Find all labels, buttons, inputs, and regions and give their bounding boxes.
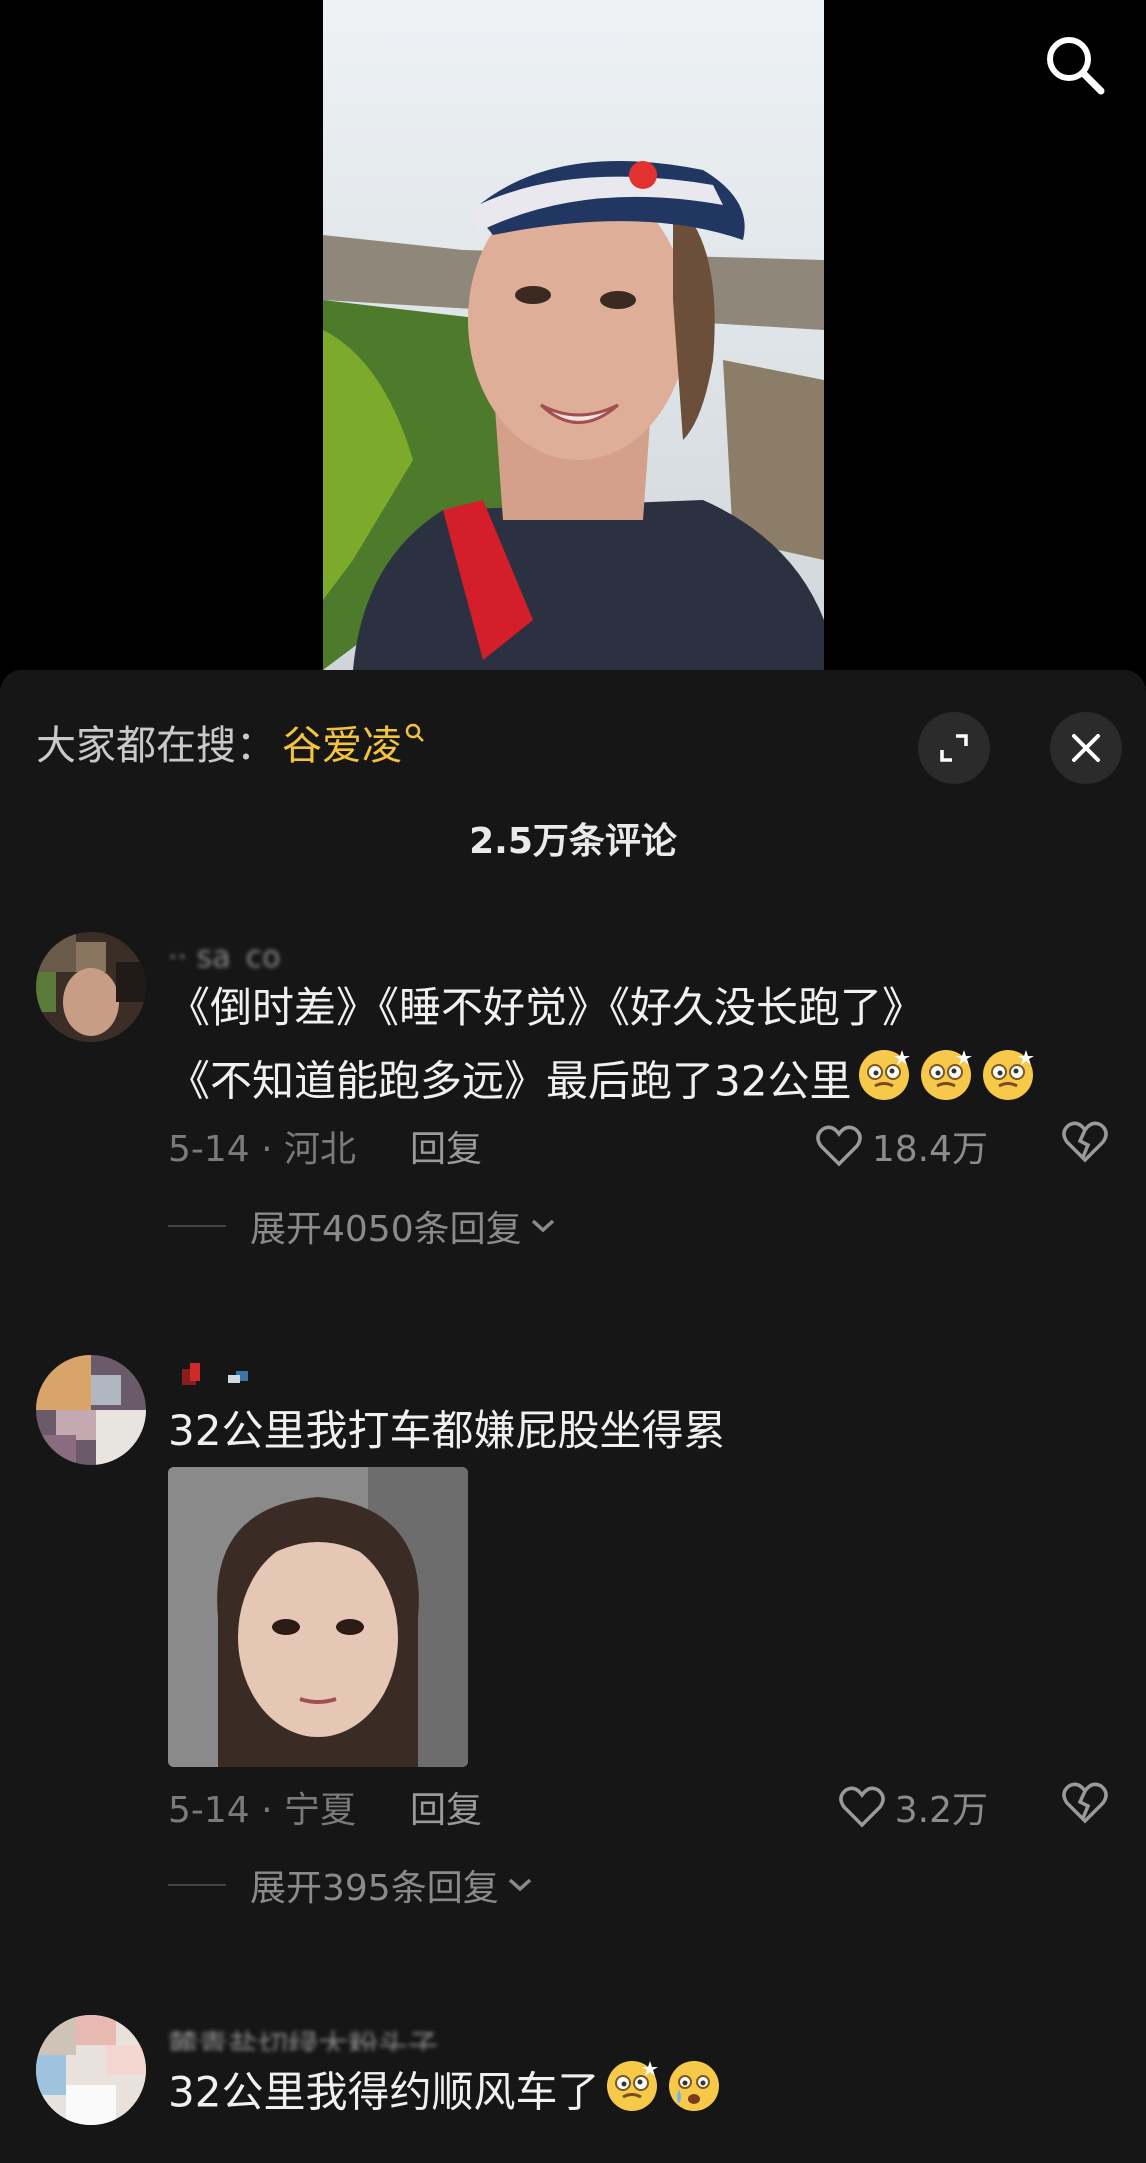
comment-panel: 大家都在搜： 谷爱凌 2.5万条评论 ·· sa_co 《倒时差》《睡不好觉》《… — [0, 670, 1146, 2163]
comment-meta: 5-14 · 河北 回复 18.4万 — [168, 1116, 1108, 1176]
expand-replies-label: 展开4050条回复 — [250, 1209, 522, 1250]
comment-count: 2.5万条评论 — [469, 821, 677, 862]
like-button[interactable]: 18.4万 — [816, 1120, 988, 1172]
comment-text: 《倒时差》《睡不好觉》《好久没长跑了》 《不知道能跑多远》最后跑了32公里 — [168, 972, 1110, 1124]
like-button[interactable]: 3.2万 — [838, 1781, 988, 1833]
video-player[interactable] — [0, 0, 1146, 670]
dizzy-face-emoji — [603, 2055, 661, 2135]
dizzy-face-emoji — [917, 1044, 975, 1124]
close-icon — [1072, 734, 1100, 762]
hot-search-term[interactable]: 谷爱凌 — [282, 713, 402, 771]
reply-button[interactable]: 回复 — [410, 1781, 482, 1833]
username[interactable]: ·· sa_co — [168, 940, 280, 970]
avatar[interactable] — [36, 932, 146, 1042]
comment-text-line: 《不知道能跑多远》最后跑了32公里 — [168, 1044, 1110, 1124]
search-icon — [1047, 37, 1105, 95]
like-count: 3.2万 — [894, 1790, 988, 1831]
broken-heart-icon — [1062, 1121, 1108, 1162]
search-button[interactable] — [1040, 30, 1110, 100]
expand-replies-button[interactable]: 展开395条回复 — [168, 1855, 533, 1915]
broken-heart-icon — [1062, 1782, 1108, 1823]
username[interactable] — [168, 1355, 268, 1395]
search-mini-icon — [405, 723, 424, 742]
video-thumbnail — [323, 0, 824, 670]
reply-button[interactable]: 回复 — [410, 1120, 482, 1172]
comment-image[interactable] — [168, 1467, 468, 1767]
crying-face-emoji — [665, 2055, 723, 2135]
pixelated-username — [182, 1363, 248, 1385]
expand-replies-label: 展开395条回复 — [250, 1868, 499, 1909]
expand-panel-button[interactable] — [918, 712, 990, 784]
like-count: 18.4万 — [871, 1129, 988, 1170]
chevron-down-icon — [531, 1219, 554, 1233]
date-location: 5-14 · 河北 — [168, 1129, 357, 1170]
divider-line — [168, 1884, 226, 1886]
dizzy-face-emoji — [855, 1044, 913, 1124]
dislike-button[interactable] — [1062, 1121, 1108, 1172]
avatar[interactable] — [36, 2015, 146, 2125]
date-location: 5-14 · 宁夏 — [168, 1790, 357, 1831]
comment-meta: 5-14 · 宁夏 回复 3.2万 — [168, 1777, 1108, 1837]
divider-line — [168, 1225, 226, 1227]
hot-search-label: 大家都在搜： — [36, 723, 276, 769]
dislike-button[interactable] — [1062, 1782, 1108, 1833]
comment-text-line: 《倒时差》《睡不好觉》《好久没长跑了》 — [168, 983, 925, 1032]
dizzy-face-emoji — [979, 1044, 1037, 1124]
comment-text: 32公里我打车都嫌屁股坐得累 — [168, 1406, 726, 1455]
close-panel-button[interactable] — [1050, 712, 1122, 784]
hot-search-bar[interactable]: 大家都在搜： 谷爱凌 — [36, 712, 426, 772]
heart-icon — [838, 1786, 885, 1828]
username[interactable]: 麓青盐切绿大粉头子 — [168, 2021, 438, 2051]
comment-text: 32公里我得约顺风车了 — [168, 2055, 1110, 2135]
video-frame[interactable] — [323, 0, 824, 670]
avatar[interactable] — [36, 1355, 146, 1465]
chevron-down-icon — [508, 1878, 531, 1892]
heart-icon — [816, 1125, 862, 1167]
expand-replies-button[interactable]: 展开4050条回复 — [168, 1196, 556, 1256]
expand-icon — [940, 734, 968, 762]
